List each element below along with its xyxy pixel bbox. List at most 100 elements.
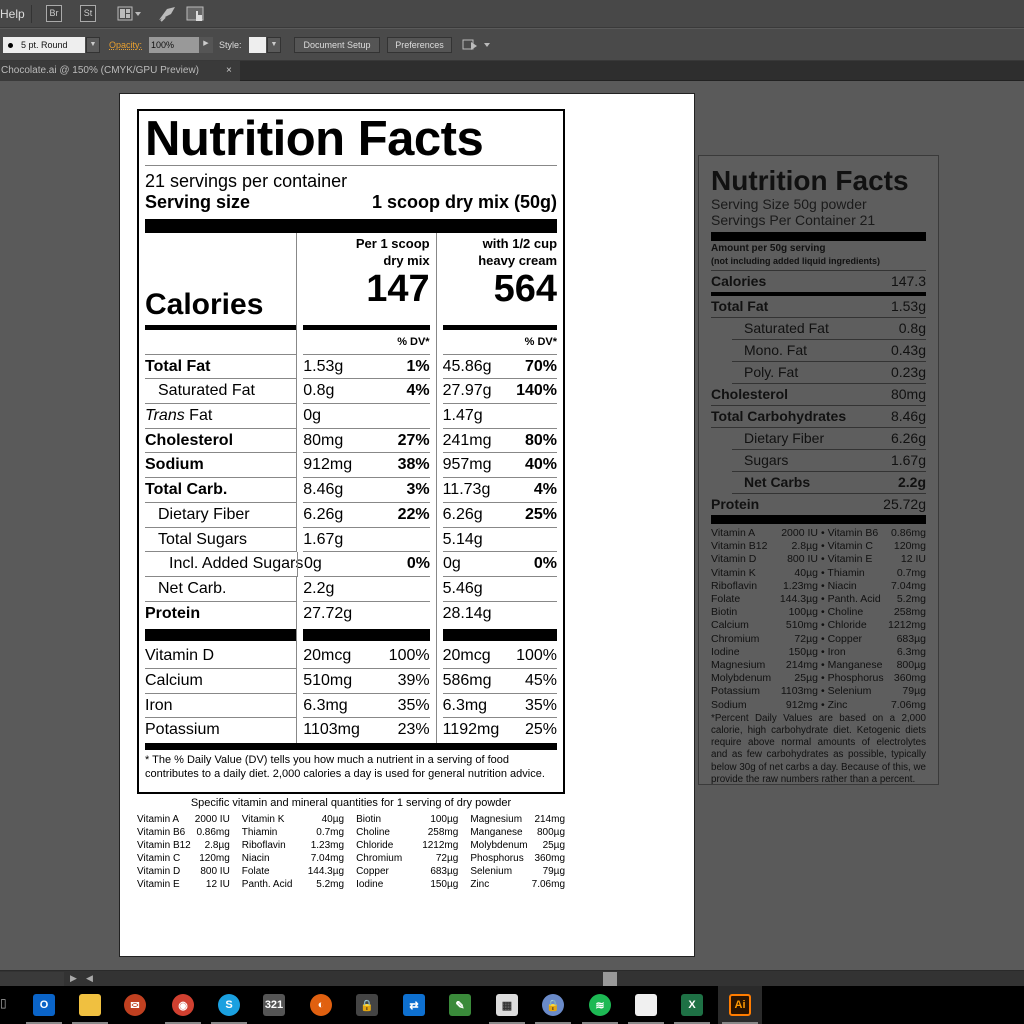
document-tab[interactable]: Chocolate.ai @ 150% (CMYK/GPU Preview) ×	[0, 61, 240, 81]
specific-quantities[interactable]: Specific vitamin and mineral quantities …	[137, 797, 565, 891]
nutrient-name: Incl. Added Sugars	[145, 552, 303, 577]
nutrient-name: Total Carb.	[145, 478, 297, 503]
style-dropdown-button[interactable]: ▼	[267, 37, 281, 53]
taskbar-illustrator[interactable]: Ai	[718, 986, 762, 1024]
scroll-right-arrow-icon[interactable]: ▶	[70, 973, 77, 984]
nutrient-row: Total Sugars 1.67g 5.14g	[145, 527, 557, 553]
taskbar-calculator[interactable]: ▦	[485, 986, 529, 1024]
mineral-cell: 586mg 45%	[442, 669, 558, 694]
specific-item: Selenium 79µg	[470, 865, 565, 878]
brush-dropdown-button[interactable]: ▼	[86, 37, 100, 53]
nutrient-cell: 11.73g 4%	[442, 478, 558, 503]
artboard[interactable]: Nutrition Facts 21 servings per containe…	[119, 93, 695, 957]
specific-name: Vitamin E	[137, 879, 180, 890]
taskbar-excel[interactable]: X	[670, 986, 714, 1024]
label2-vitamin-left: Potassium 1103mg	[711, 685, 818, 698]
nutrient-col2: 45.86g 70%	[435, 354, 558, 380]
close-tab-icon[interactable]: ×	[226, 61, 232, 81]
opacity-slider-button[interactable]: ▶	[199, 37, 213, 53]
label2-vitamin-left: Magnesium 214mg	[711, 659, 818, 672]
brush-value: 5 pt. Round	[21, 40, 68, 50]
nutrient-amount: 912mg	[303, 456, 353, 474]
nutrient-dv: 0%	[533, 555, 557, 573]
label2-vitamin-right: • Selenium 79µg	[818, 685, 926, 698]
gpu-performance-icon[interactable]	[157, 5, 177, 26]
taskbar-notepad-green[interactable]: ✎	[438, 986, 482, 1024]
taskbar-teamviewer[interactable]: ⇄	[392, 986, 436, 1024]
vitamin-name: Potassium	[711, 685, 761, 698]
nutrient-amount: 80mg	[303, 431, 344, 449]
vitamin-name: Riboflavin	[711, 579, 758, 592]
label2-vitamin-row: Vitamin B12 2.8µg • Vitamin C 120mg	[711, 540, 926, 553]
nutrient-amount: 0g	[304, 555, 322, 573]
nutrient-col1: 80mg 27%	[296, 428, 435, 454]
mineral-col1: 20mcg 100%	[296, 644, 435, 669]
taskbar-media-player[interactable]: 321	[252, 986, 296, 1024]
arrange-documents-icon[interactable]	[462, 37, 492, 55]
specific-value: 100µg	[430, 814, 459, 825]
specific-name: Biotin	[356, 814, 382, 825]
mineral-name: Calcium	[145, 669, 297, 694]
preferences-button[interactable]: Preferences	[387, 37, 452, 53]
label2-vitamin-row: Iodine 150µg • Iron 6.3mg	[711, 646, 926, 659]
calories-row: Calories Per 1 scoop dry mix 147 with 1/…	[145, 233, 558, 330]
nutrient-col1: 912mg 38%	[296, 453, 435, 479]
taskbar-file-explorer[interactable]	[68, 986, 112, 1024]
canvas[interactable]: Nutrition Facts 21 servings per containe…	[0, 81, 1024, 970]
mineral-dv: 45%	[524, 671, 558, 689]
nutrient-dv: 140%	[516, 382, 557, 400]
nutrient-dv: 4%	[533, 481, 558, 499]
opacity-label[interactable]: Opacity:	[109, 40, 142, 50]
bridge-icon[interactable]: Br	[46, 5, 62, 22]
nutrient-row: Protein 27.72g 28.14g	[145, 601, 557, 627]
specific-name: Vitamin B6	[137, 827, 186, 838]
bullet-icon: •	[821, 672, 828, 685]
status-field[interactable]	[0, 972, 64, 986]
label2-vitamin-right: • Vitamin E 12 IU	[818, 553, 926, 566]
label2-row-value: 0.8g	[898, 320, 926, 336]
style-swatch[interactable]	[249, 37, 266, 53]
taskbar-keepass[interactable]: 🔒	[531, 986, 575, 1024]
taskbar-spotify[interactable]: ≋	[578, 986, 622, 1024]
taskbar-document[interactable]	[624, 986, 668, 1024]
nutrient-cell: 5.14g	[442, 528, 557, 553]
specific-name: Vitamin K	[241, 814, 285, 825]
taskbar-firefox[interactable]: ◐	[299, 986, 343, 1024]
specific-item: Vitamin A 2000 IU	[137, 813, 230, 826]
workspace-layout-icon[interactable]	[117, 6, 145, 22]
specific-value: 800µg	[537, 827, 566, 838]
specific-value: 25µg	[542, 840, 566, 851]
specific-column: Biotin 100µg Choline 258mg Chloride 1212mg Chr…	[356, 813, 458, 891]
opacity-input[interactable]: 100%	[149, 37, 199, 53]
nutrient-amount: 2.2g	[303, 579, 335, 597]
label2-vitamin-row: Vitamin D 800 IU • Vitamin E 12 IU	[711, 553, 926, 566]
menu-bar: Help Br St	[0, 0, 1024, 28]
nutrient-amount: 45.86g	[442, 357, 492, 375]
old-nutrition-label[interactable]: Nutrition Facts Serving Size 50g powder …	[698, 155, 939, 785]
specific-value: 360mg	[534, 853, 566, 864]
horizontal-scroll-thumb[interactable]	[603, 972, 617, 986]
document-setup-button[interactable]: Document Setup	[294, 37, 380, 53]
taskbar-chrome[interactable]: ◉	[161, 986, 205, 1024]
touch-workspace-icon[interactable]	[186, 5, 208, 26]
nutrition-label[interactable]: Nutrition Facts 21 servings per containe…	[137, 109, 565, 794]
mineral-col1: 510mg 39%	[296, 668, 435, 694]
thick-divider	[145, 743, 557, 750]
taskbar: ▯ O ✉ ◉ S 321 ◐ 🔒 ⇄ ✎ ▦ 🔒 ≋ X Ai	[0, 986, 1024, 1024]
menu-separator	[31, 5, 32, 23]
taskbar-vpn[interactable]: 🔒	[345, 986, 389, 1024]
brush-definition-field[interactable]: 5 pt. Round	[3, 37, 85, 53]
taskbar-thunderbird[interactable]: ✉	[113, 986, 157, 1024]
taskbar-outlook[interactable]: O	[22, 986, 66, 1024]
teamviewer-icon: ⇄	[403, 994, 425, 1016]
nutrient-dv: 0%	[406, 555, 430, 573]
stock-icon[interactable]: St	[80, 5, 96, 22]
scroll-left-arrow-icon[interactable]: ◀	[86, 973, 93, 984]
nutrient-row: Saturated Fat 0.8g 4% 27.97g 140%	[145, 379, 557, 405]
col1-header-line2: dry mix	[383, 253, 430, 268]
taskbar-skype[interactable]: S	[207, 986, 251, 1024]
task-view-icon[interactable]: ▯	[0, 996, 7, 1010]
label2-vitamin-right: • Chloride 1212mg	[818, 619, 926, 632]
menu-help[interactable]: Help	[0, 7, 25, 21]
bullet-icon: •	[821, 685, 828, 698]
